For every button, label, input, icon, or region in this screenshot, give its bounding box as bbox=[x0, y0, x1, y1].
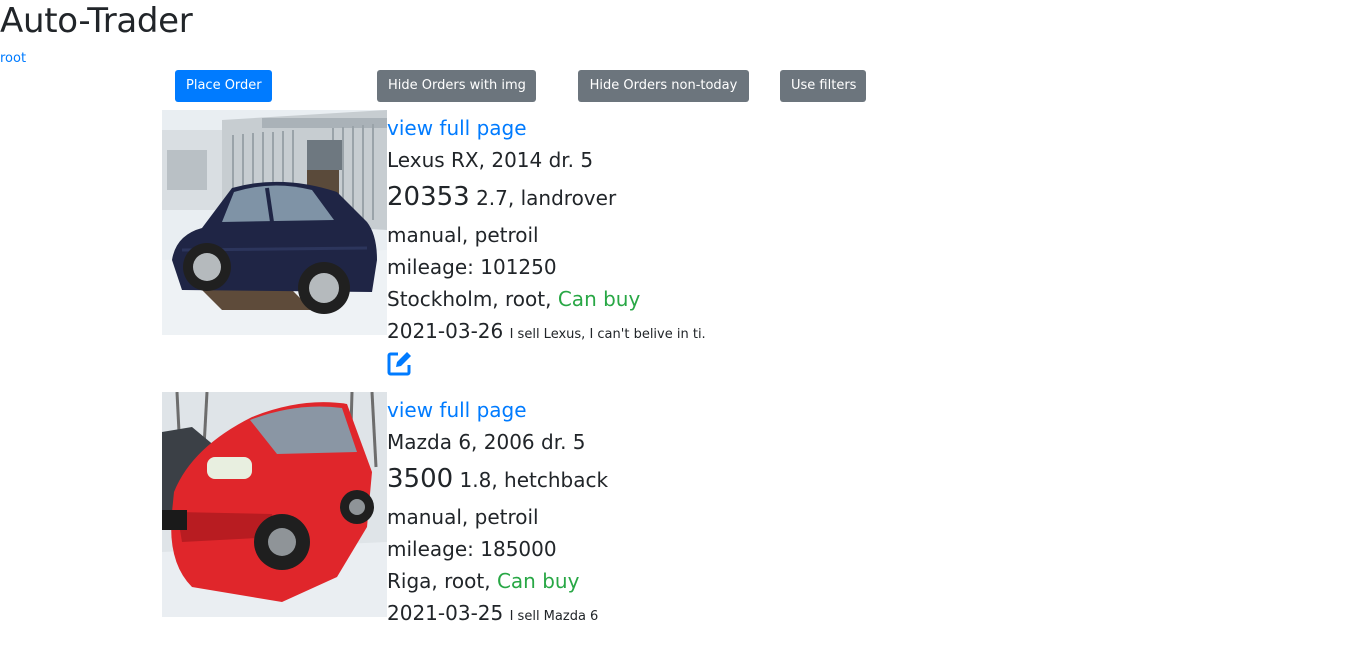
car-photo bbox=[162, 392, 387, 617]
car-photo bbox=[162, 110, 387, 335]
car-title: Mazda 6, 2006 dr. 5 bbox=[387, 430, 586, 454]
status-badge: Can buy bbox=[557, 287, 641, 311]
order-card: view full page Lexus RX, 2014 dr. 5 2035… bbox=[162, 110, 862, 390]
transmission-fuel: manual, petroil bbox=[387, 223, 539, 247]
view-full-page-link[interactable]: view full page bbox=[387, 398, 527, 422]
city-user: Stockholm, root, bbox=[387, 287, 552, 311]
edit-icon[interactable] bbox=[387, 350, 413, 376]
use-filters-button[interactable]: Use filters bbox=[780, 70, 866, 102]
app-title: Auto-Trader bbox=[0, 1, 193, 41]
status-badge: Can buy bbox=[496, 569, 580, 593]
place-order-button[interactable]: Place Order bbox=[175, 70, 272, 102]
order-date: 2021-03-25 bbox=[387, 601, 504, 625]
hide-orders-with-img-button[interactable]: Hide Orders with img bbox=[377, 70, 536, 102]
transmission-fuel: manual, petroil bbox=[387, 505, 539, 529]
order-description: I sell Lexus, I can't belive in ti. bbox=[509, 327, 706, 342]
engine-body: 1.8, hetchback bbox=[459, 468, 609, 492]
order-description: I sell Mazda 6 bbox=[509, 609, 599, 624]
mileage: mileage: 101250 bbox=[387, 255, 557, 279]
car-price: 3500 bbox=[387, 464, 454, 494]
mileage: mileage: 185000 bbox=[387, 537, 557, 561]
car-title: Lexus RX, 2014 dr. 5 bbox=[387, 148, 594, 172]
engine-body: 2.7, landrover bbox=[476, 186, 617, 210]
city-user: Riga, root, bbox=[387, 569, 491, 593]
order-date: 2021-03-26 bbox=[387, 319, 504, 343]
order-card: view full page Mazda 6, 2006 dr. 5 3500 … bbox=[162, 392, 862, 672]
car-price: 20353 bbox=[387, 182, 470, 212]
hide-orders-non-today-button[interactable]: Hide Orders non-today bbox=[578, 70, 749, 102]
user-link[interactable]: root bbox=[0, 51, 26, 67]
view-full-page-link[interactable]: view full page bbox=[387, 116, 527, 140]
